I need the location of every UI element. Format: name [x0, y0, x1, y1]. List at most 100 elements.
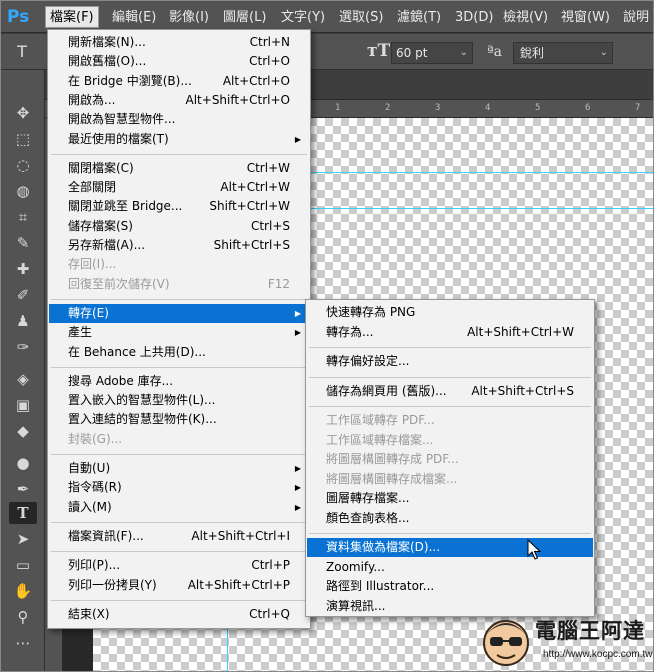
menu-item-shortcut: Alt+Ctrl+W	[220, 180, 290, 195]
blur-icon[interactable]: ◆	[9, 420, 37, 442]
font-size-value: 60 pt	[396, 46, 428, 60]
menu-item-在-behance-上共用[interactable]: 在 Behance 上共用(D)...	[49, 343, 309, 362]
type-tool-icon[interactable]: T	[7, 41, 37, 63]
menu-item-開新檔案[interactable]: 開新檔案(N)... Ctrl+N	[49, 33, 309, 52]
menu-separator	[51, 366, 307, 368]
menu-item-shortcut: Ctrl+S	[250, 218, 290, 233]
menu-item-轉存[interactable]: 轉存(E) ▶	[49, 303, 309, 323]
menu-edit[interactable]: 編輯(E)	[108, 7, 160, 29]
menu-image[interactable]: 影像(I)	[165, 7, 213, 29]
menu-item-轉存為[interactable]: 轉存為... Alt+Shift+Ctrl+W	[307, 323, 593, 342]
menu-item-列印一份拷貝[interactable]: 列印一份拷貝(Y) Alt+Shift+Ctrl+P	[49, 576, 309, 595]
eraser-icon[interactable]: ◈	[9, 368, 37, 390]
menu-item-shortcut: Shift+Ctrl+W	[209, 199, 290, 214]
dodge-icon[interactable]: ●	[9, 452, 37, 474]
watermark-url: http://www.kocpc.com.tw	[543, 649, 653, 660]
menu-item-資料集做為檔案[interactable]: 資料集做為檔案(D)...	[307, 538, 593, 557]
healing-icon[interactable]: ✚	[9, 258, 37, 280]
menu-item-label: 封裝(G)...	[68, 431, 123, 446]
menu-item-另存新檔[interactable]: 另存新檔(A)... Shift+Ctrl+S	[49, 236, 309, 255]
antialias-icon: ªa	[487, 44, 502, 60]
menu-item-label: 開新檔案(N)...	[68, 35, 146, 49]
menu-item-label: 檔案資訊(F)...	[68, 528, 144, 543]
menu-item-label: 列印(P)...	[68, 558, 121, 573]
menu-item-列印[interactable]: 列印(P)... Ctrl+P	[49, 556, 309, 575]
menu-item-開啟舊檔[interactable]: 開啟舊檔(O)... Ctrl+O	[49, 52, 309, 71]
menu-item-儲存檔案[interactable]: 儲存檔案(S) Ctrl+S	[49, 217, 309, 236]
rectangle-icon[interactable]: ▭	[9, 554, 37, 576]
menu-item-shortcut: Alt+Shift+Ctrl+W	[467, 324, 574, 339]
menu-layer[interactable]: 圖層(L)	[219, 7, 270, 29]
menu-item-開啟為[interactable]: 開啟為... Alt+Shift+Ctrl+O	[49, 91, 309, 110]
history-brush-icon[interactable]: ✑	[9, 336, 37, 358]
menu-item-置入連結的智慧型物件[interactable]: 置入連結的智慧型物件(K)...	[49, 410, 309, 429]
menu-separator	[51, 454, 307, 455]
stamp-icon[interactable]: ♟	[9, 310, 37, 332]
hand-icon[interactable]: ✋	[9, 580, 37, 602]
menu-help[interactable]: 說明	[619, 7, 653, 29]
menu-item-指令碼[interactable]: 指令碼(R) ▶	[49, 478, 309, 497]
ruler-tick: 5	[535, 103, 541, 113]
menu-item-label: 將圖層構圖轉存成 PDF...	[326, 452, 459, 466]
menu-item-label: 結束(X)	[68, 606, 110, 621]
menu-item-置入嵌入的智慧型物件[interactable]: 置入嵌入的智慧型物件(L)...	[49, 391, 309, 410]
menu-view[interactable]: 檢視(V)	[499, 7, 552, 29]
eyedropper-icon[interactable]: ✎	[9, 232, 37, 254]
menu-item-快速轉存為-png[interactable]: 快速轉存為 PNG	[307, 303, 593, 322]
menu-file[interactable]: 檔案(F)	[45, 6, 99, 28]
ruler-tick: 6	[585, 103, 591, 113]
menu-item-檔案資訊[interactable]: 檔案資訊(F)... Alt+Shift+Ctrl+I	[49, 527, 309, 546]
menu-item-全部關閉[interactable]: 全部關閉 Alt+Ctrl+W	[49, 178, 309, 197]
menu-item-label: 關閉並跳至 Bridge...	[68, 199, 183, 214]
menu-filter[interactable]: 濾鏡(T)	[393, 7, 445, 29]
menu-item-顏色查詢表格[interactable]: 顏色查詢表格...	[307, 509, 593, 528]
menu-item-label: Zoomify...	[326, 559, 385, 574]
chevron-down-icon: ⌄	[599, 47, 608, 58]
menu-window[interactable]: 視窗(W)	[557, 7, 614, 29]
menu-item-回復至前次儲存: 回復至前次儲存(V) F12	[49, 275, 309, 294]
ruler-tick: 2	[385, 103, 391, 113]
menu-item-圖層轉存檔案[interactable]: 圖層轉存檔案...	[307, 489, 593, 508]
menu-item-label: 開啟為...	[68, 92, 116, 107]
watermark-title: 電腦王阿達	[535, 619, 645, 643]
zoom-icon[interactable]: ⚲	[9, 606, 37, 628]
type-icon[interactable]: T	[9, 502, 37, 524]
menu-item-產生[interactable]: 產生 ▶	[49, 323, 309, 342]
menu-3d[interactable]: 3D(D)	[451, 7, 497, 29]
font-size-field[interactable]: 60 pt ⌄	[391, 42, 473, 64]
more-icon[interactable]: ⋯	[9, 632, 37, 654]
menu-item-shortcut: Ctrl+N	[249, 35, 290, 49]
menu-type[interactable]: 文字(Y)	[277, 7, 329, 29]
menu-item-在-bridge-中瀏覽[interactable]: 在 Bridge 中瀏覽(B)... Alt+Ctrl+O	[49, 72, 309, 91]
menu-item-label: 路徑到 Illustrator...	[326, 579, 435, 593]
menu-item-結束[interactable]: 結束(X) Ctrl+Q	[49, 605, 309, 624]
mascot-logo	[483, 620, 529, 666]
menu-item-zoomify[interactable]: Zoomify...	[307, 558, 593, 577]
menu-item-將圖層構圖轉存成檔案: 將圖層構圖轉存成檔案...	[307, 470, 593, 489]
gradient-icon[interactable]: ▣	[9, 394, 37, 416]
menu-item-路徑到-illustrator[interactable]: 路徑到 Illustrator...	[307, 577, 593, 596]
quick-select-icon[interactable]: ◍	[9, 180, 37, 202]
brush-icon[interactable]: ✐	[9, 284, 37, 306]
menu-item-shortcut: F12	[267, 276, 290, 291]
menu-item-label: 將圖層構圖轉存成檔案...	[326, 471, 458, 486]
crop-icon[interactable]: ⌗	[9, 206, 37, 228]
menu-item-最近使用的檔案[interactable]: 最近使用的檔案(T) ▶	[49, 130, 309, 149]
menu-item-自動[interactable]: 自動(U) ▶	[49, 459, 309, 478]
menu-item-開啟為智慧型物件[interactable]: 開啟為智慧型物件...	[49, 110, 309, 129]
lasso-icon[interactable]: ◌	[9, 154, 37, 176]
menu-item-shortcut: Shift+Ctrl+S	[213, 238, 290, 252]
menu-item-關閉並跳至-bridge[interactable]: 關閉並跳至 Bridge... Shift+Ctrl+W	[49, 197, 309, 216]
menu-item-儲存為網頁用[interactable]: 儲存為網頁用 (舊版)... Alt+Shift+Ctrl+S	[307, 382, 593, 401]
marquee-icon[interactable]: ⬚	[9, 128, 37, 150]
path-select-icon[interactable]: ➤	[9, 528, 37, 550]
move-icon[interactable]: ✥	[9, 102, 37, 124]
menu-item-轉存偏好設定[interactable]: 轉存偏好設定...	[307, 352, 593, 371]
menu-item-讀入[interactable]: 讀入(M) ▶	[49, 498, 309, 517]
menu-item-搜尋-adobe-庫存[interactable]: 搜尋 Adobe 庫存...	[49, 372, 309, 391]
pen-icon[interactable]: ✒	[9, 478, 37, 500]
menu-item-label: 置入嵌入的智慧型物件(L)...	[68, 393, 216, 408]
menu-select[interactable]: 選取(S)	[335, 7, 387, 29]
menu-item-關閉檔案[interactable]: 關閉檔案(C) Ctrl+W	[49, 159, 309, 178]
antialias-select[interactable]: 銳利 ⌄	[513, 42, 613, 64]
